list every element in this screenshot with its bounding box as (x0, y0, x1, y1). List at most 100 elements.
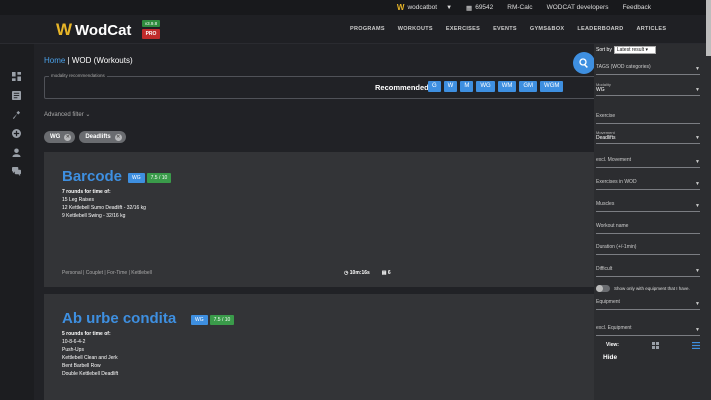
nav-exercises[interactable]: EXERCISES (446, 26, 480, 32)
journal-icon[interactable] (12, 87, 21, 100)
caret-down-icon: ▼ (695, 159, 700, 165)
wod-badges: WG 7.5 / 10 (191, 315, 235, 325)
filter-chip-deadlifts: Deadlifts ✕ (79, 131, 126, 143)
nav-gyms[interactable]: GYMS&BOX (530, 26, 565, 32)
caret-down-icon: ▼ (695, 301, 700, 307)
chat-icon[interactable] (12, 163, 21, 176)
sidebar (0, 44, 34, 400)
modality-button-wm[interactable]: WM (497, 81, 517, 92)
wod-scheme: 5 rounds for time of: (62, 331, 111, 337)
advanced-filter-toggle[interactable]: Advanced filter ⌄ (44, 111, 90, 118)
add-circle-icon[interactable] (12, 125, 21, 138)
sort-select[interactable]: Latest result ▾ (613, 46, 656, 54)
duration-placeholder: Duration (+/-1min) (596, 244, 637, 250)
nav-workouts[interactable]: WORKOUTS (398, 26, 433, 32)
caret-down-icon: ▼ (695, 87, 700, 93)
modality-button-g[interactable]: G (428, 81, 441, 92)
developers-link[interactable]: WODCAT developers (547, 4, 609, 11)
muscles-select[interactable]: Muscles ▼ (596, 201, 700, 212)
modality-button-wg[interactable]: WG (476, 81, 495, 92)
equipment-placeholder: Equipment (596, 299, 620, 305)
chevron-down-icon: ▼ (446, 4, 453, 11)
scrollbar-thumb[interactable] (706, 0, 711, 56)
excl-equipment-select[interactable]: excl. Equipment ▼ (596, 325, 700, 336)
wod-line: 12 Kettlebell Sumo Deadlift - 32/16 kg (62, 205, 146, 211)
user-menu[interactable]: W wodcatbot ▼ (397, 3, 452, 12)
toggle-knob (596, 285, 603, 292)
wod-line: Bent Barbell Row (62, 363, 101, 369)
nav-articles[interactable]: ARTICLES (636, 26, 666, 32)
user-icon[interactable] (12, 144, 21, 157)
feedback-link[interactable]: Feedback (622, 4, 651, 11)
advanced-filter-label: Advanced filter (44, 112, 84, 118)
rating-badge: 7.5 / 10 (209, 315, 235, 325)
pro-badge: PRO (142, 29, 160, 39)
difficult-placeholder: Difficult (596, 266, 613, 272)
list-view-icon[interactable] (692, 342, 700, 349)
points-display[interactable]: ▦ 69542 (466, 4, 493, 12)
wod-title[interactable]: Barcode (62, 168, 122, 185)
nav-events[interactable]: EVENTS (493, 26, 517, 32)
wod-tags: Personal | Couplet | For-Time | Kettlebe… (62, 270, 152, 276)
username: wodcatbot (407, 4, 438, 11)
modality-button-gm[interactable]: GM (519, 81, 538, 92)
duration-value: 10m:16s (349, 270, 370, 276)
modality-button-w[interactable]: W (443, 81, 458, 92)
wod-duration: ◷ 10m:16s (344, 270, 370, 276)
caret-down-icon: ▼ (695, 268, 700, 274)
wod-card[interactable]: Barcode WG 7.5 / 10 7 rounds for time of… (44, 152, 604, 287)
difficult-select[interactable]: Difficult ▼ (596, 266, 700, 277)
sort-value: Latest result (616, 47, 645, 53)
hide-panel-button[interactable]: Hide (603, 354, 617, 361)
recommended-label: Recommended: (375, 83, 432, 92)
nav-programs[interactable]: PROGRAMS (350, 26, 385, 32)
grid-view-icon[interactable] (652, 342, 659, 349)
modality-badge: WG (191, 315, 208, 325)
exercise-placeholder: Exercise (596, 113, 616, 119)
modality-badge: WG (128, 173, 145, 183)
rm-calc-link[interactable]: RM-Calc (507, 4, 532, 11)
chevron-down-icon: ⌄ (85, 112, 91, 118)
breadcrumb: Home | WOD (Workouts) (44, 56, 133, 65)
exercises-in-wod-select[interactable]: Exercises in WOD ▼ (596, 179, 700, 190)
modality-button-m[interactable]: M (460, 81, 474, 92)
top-bar: W wodcatbot ▼ ▦ 69542 RM-Calc WODCAT dev… (0, 0, 711, 15)
points-value: 69542 (475, 4, 494, 11)
close-icon[interactable]: ✕ (64, 133, 72, 141)
duration-input[interactable]: Duration (+/-1min) (596, 244, 700, 255)
close-icon[interactable]: ✕ (114, 133, 122, 141)
equipment-toggle[interactable] (596, 285, 610, 292)
wod-description: 5 rounds for time of: 10-8-6-4-2 Push-Up… (62, 330, 118, 378)
caret-down-icon: ▼ (695, 181, 700, 187)
breadcrumb-home[interactable]: Home (44, 56, 65, 65)
exercise-input[interactable]: Exercise (596, 113, 700, 124)
wod-title[interactable]: Ab urbe condita (62, 310, 176, 327)
search-button[interactable] (573, 52, 595, 74)
clipboard-icon: ▤ (381, 270, 387, 276)
main-content: Home | WOD (Workouts) modality recommend… (34, 44, 604, 400)
wod-card[interactable]: Ab urbe condita WG 7.5 / 10 5 rounds for… (44, 294, 604, 400)
wod-line: Kettlebell Clean and Jerk (62, 355, 118, 361)
muscles-placeholder: Muscles (596, 201, 615, 207)
brand-logo[interactable]: W WodCat (56, 20, 131, 40)
wod-line: 10-8-6-4-2 (62, 339, 86, 345)
nav-leaderboard[interactable]: LEADERBOARD (577, 26, 623, 32)
modality-select[interactable]: Modality WG ▼ (596, 82, 700, 96)
main-nav: PROGRAMS WORKOUTS EXERCISES EVENTS GYMS&… (350, 26, 679, 32)
modality-button-wgm[interactable]: WGM (540, 81, 564, 92)
tags-select[interactable]: TAGS (WOD categories) ▼ (596, 64, 700, 75)
breadcrumb-current: WOD (Workouts) (71, 56, 133, 65)
wallet-icon: ▦ (466, 4, 473, 12)
wod-scheme: 7 rounds for time of: (62, 189, 111, 195)
caret-down-icon: ▼ (695, 203, 700, 209)
tools-icon[interactable] (12, 106, 21, 119)
caret-down-icon: ▼ (695, 327, 700, 333)
equipment-select[interactable]: Equipment ▼ (596, 299, 700, 310)
exercises-in-wod-placeholder: Exercises in WOD (596, 179, 637, 185)
dashboard-icon[interactable] (12, 68, 21, 81)
excl-movement-select[interactable]: excl. Movement ▼ (596, 157, 700, 168)
version-badges: v3.9.8 PRO (142, 20, 160, 39)
wod-line: Double Kettlebell Deadlift (62, 371, 119, 377)
movement-select[interactable]: Movement Deadlifts ▼ (596, 130, 700, 144)
workout-name-input[interactable]: Workout name (596, 223, 700, 234)
